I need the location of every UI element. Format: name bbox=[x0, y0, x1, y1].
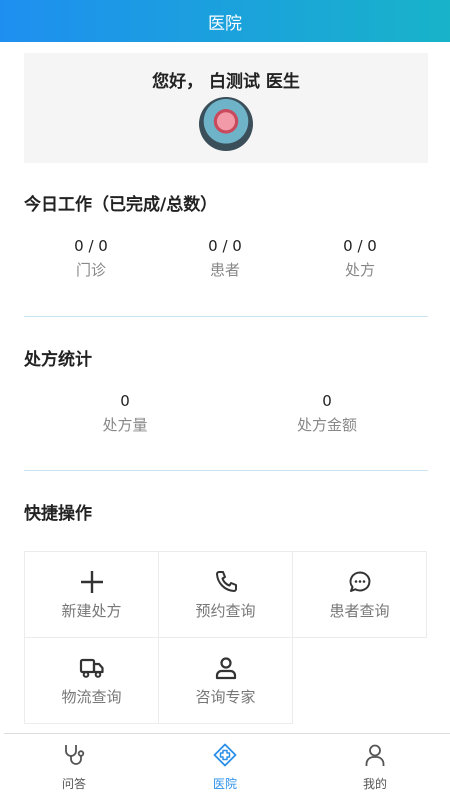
truck-icon bbox=[79, 655, 105, 681]
stat-label: 门诊 bbox=[75, 261, 106, 279]
quick-actions-grid: 新建处方 预约查询 患者查询 物流查询 咨询专家 bbox=[24, 551, 428, 725]
stat-label: 患者 bbox=[209, 261, 240, 279]
stat-label: 处方量 bbox=[102, 416, 148, 434]
phone-icon bbox=[213, 569, 239, 595]
stat-value: 0 / 0 bbox=[208, 237, 242, 255]
tab-hospital[interactable]: 医院 bbox=[175, 742, 275, 792]
stat-patients[interactable]: 0 / 0 患者 bbox=[170, 236, 280, 281]
today-work-title: 今日工作（已完成/总数） bbox=[24, 195, 218, 215]
quick-actions-title: 快捷操作 bbox=[24, 504, 92, 524]
hospital-icon bbox=[212, 742, 238, 768]
action-label: 咨询专家 bbox=[195, 688, 256, 706]
prescription-stats-title: 处方统计 bbox=[24, 350, 92, 370]
greeting-card: 您好， 白测试 医生 bbox=[24, 53, 428, 163]
stat-value: 0 bbox=[322, 392, 332, 410]
new-prescription-button[interactable]: 新建处方 bbox=[24, 551, 159, 638]
stat-value: 0 bbox=[120, 392, 130, 410]
stat-prescription-count[interactable]: 0 处方量 bbox=[65, 391, 185, 436]
top-bar: 医院 bbox=[0, 0, 450, 42]
plus-icon bbox=[79, 569, 105, 595]
stat-value: 0 / 0 bbox=[343, 237, 377, 255]
stat-label: 处方金额 bbox=[296, 416, 357, 434]
tab-label: 我的 bbox=[362, 777, 387, 791]
greeting-text: 您好， 白测试 医生 bbox=[152, 72, 300, 92]
bottom-tab-bar: 问答 医院 我的 bbox=[4, 733, 450, 800]
stat-label: 处方 bbox=[344, 261, 375, 279]
chat-icon bbox=[347, 569, 373, 595]
tab-label: 医院 bbox=[212, 777, 237, 791]
stethoscope-icon bbox=[61, 742, 87, 768]
action-label: 新建处方 bbox=[61, 602, 122, 620]
user-icon bbox=[213, 655, 239, 681]
stat-prescription-amount[interactable]: 0 处方金额 bbox=[267, 391, 387, 436]
logistics-query-button[interactable]: 物流查询 bbox=[24, 637, 159, 724]
stat-value: 0 / 0 bbox=[74, 237, 108, 255]
tab-label: 问答 bbox=[61, 777, 86, 791]
avatar[interactable] bbox=[199, 97, 253, 151]
tab-qa[interactable]: 问答 bbox=[24, 742, 124, 792]
consult-expert-button[interactable]: 咨询专家 bbox=[158, 637, 293, 724]
divider bbox=[24, 316, 428, 317]
tab-mine[interactable]: 我的 bbox=[325, 742, 425, 792]
action-label: 预约查询 bbox=[195, 602, 256, 620]
page-title: 医院 bbox=[208, 13, 242, 34]
patient-query-button[interactable]: 患者查询 bbox=[292, 551, 427, 638]
person-icon bbox=[362, 742, 388, 768]
divider bbox=[24, 470, 428, 471]
appointment-query-button[interactable]: 预约查询 bbox=[158, 551, 293, 638]
stat-prescriptions[interactable]: 0 / 0 处方 bbox=[305, 236, 415, 281]
action-label: 患者查询 bbox=[329, 602, 390, 620]
stat-outpatient[interactable]: 0 / 0 门诊 bbox=[36, 236, 146, 281]
action-label: 物流查询 bbox=[61, 688, 122, 706]
